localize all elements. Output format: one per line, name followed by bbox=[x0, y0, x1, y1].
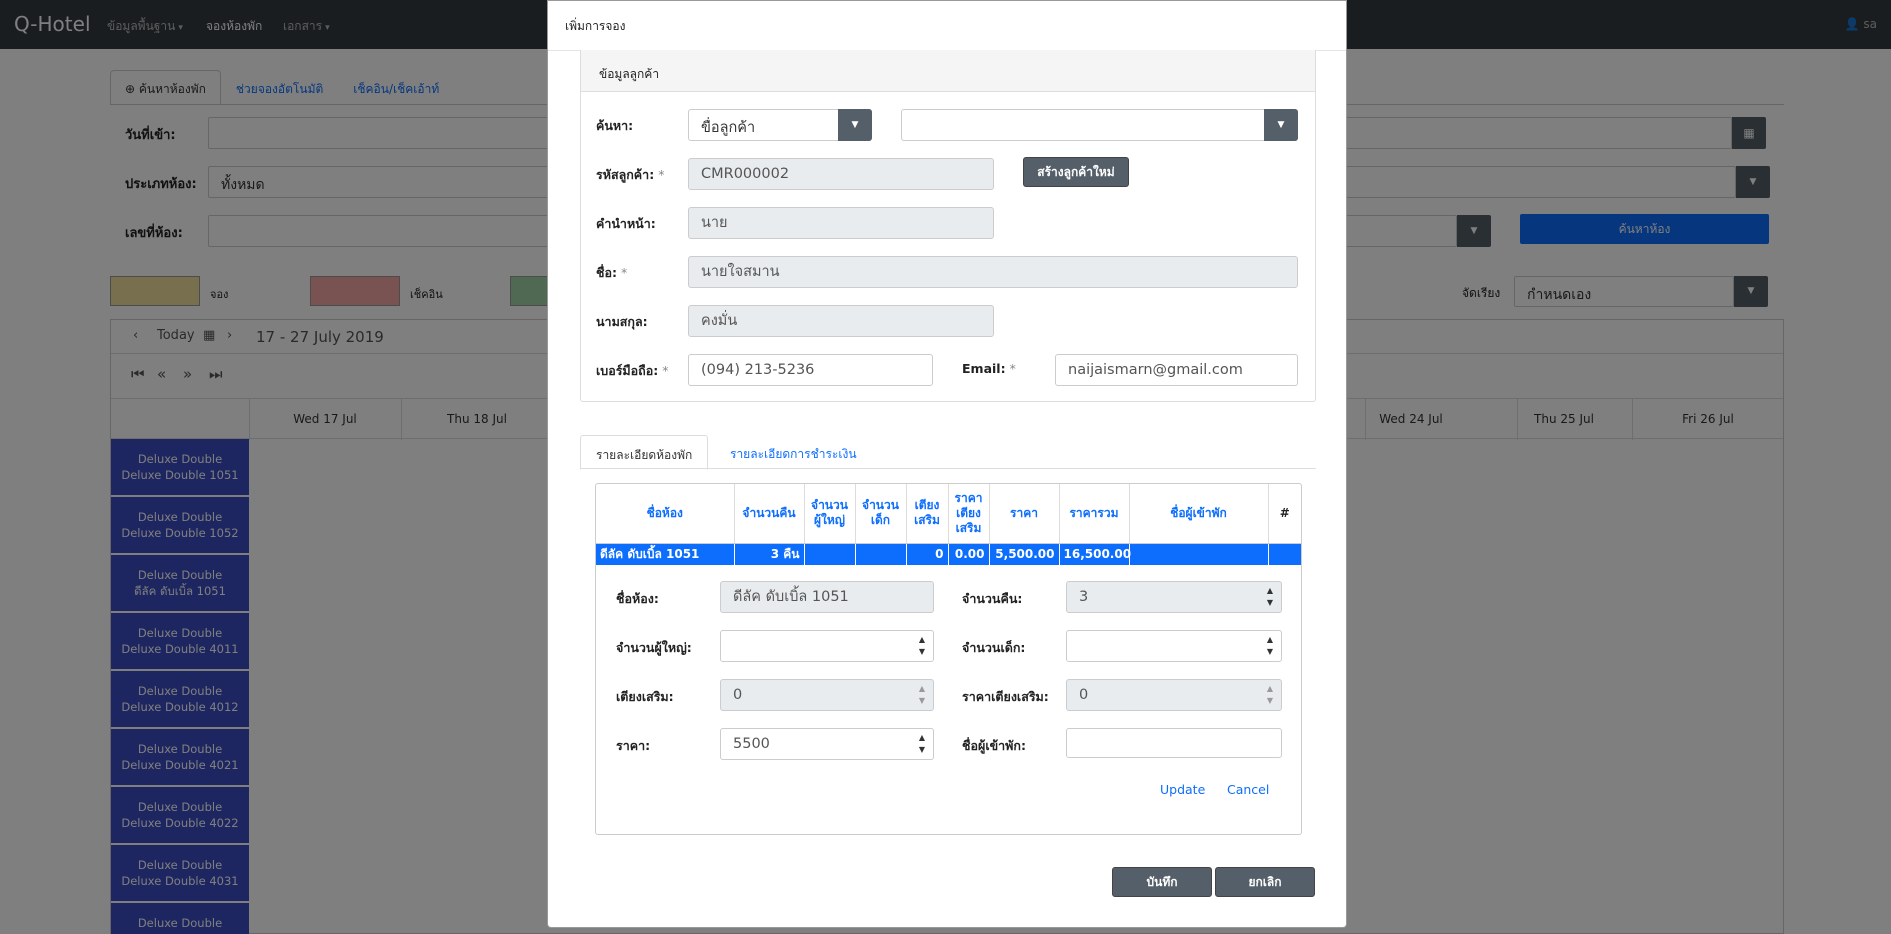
add-booking-modal: เพิ่มการจอง ข้อมูลลูกค้า ค้นหา: ขื่อลูกค… bbox=[547, 0, 1347, 928]
nights-stepper[interactable]: 3 ▲ ▼ bbox=[1066, 581, 1282, 613]
prefix-label: คำนำหน้า: bbox=[596, 216, 656, 231]
column-header-total[interactable]: ราคารวม bbox=[1059, 484, 1130, 544]
modal-header: เพิ่มการจอง bbox=[548, 1, 1346, 51]
nights-label: จำนวนคืน: bbox=[962, 591, 1023, 606]
chevron-down-icon[interactable]: ▼ bbox=[838, 109, 872, 141]
column-header-nights[interactable]: จำนวนคืน bbox=[734, 484, 805, 544]
column-header-actions: # bbox=[1268, 484, 1301, 544]
table-cell bbox=[855, 543, 907, 565]
customer-search-by-value: ขื่อลูกค้า bbox=[701, 120, 756, 136]
tab-room-details[interactable]: รายละเอียดห้องพัก bbox=[580, 435, 709, 470]
modal-title: เพิ่มการจอง bbox=[565, 19, 626, 33]
price-value: 5500 bbox=[733, 736, 770, 752]
required-marker: * bbox=[658, 167, 665, 182]
stepper-arrows-icon: ▲ ▼ bbox=[1266, 684, 1273, 705]
prefix-field[interactable]: นาย bbox=[688, 207, 994, 239]
last-name-field[interactable]: คงมั่น bbox=[688, 305, 994, 337]
extra-bed-value: 0 bbox=[733, 687, 743, 703]
phone-label: เบอร์มือถือ: * bbox=[596, 361, 669, 381]
first-name-label: ชื่อ: * bbox=[596, 263, 627, 283]
children-label: จำนวนเด็ก: bbox=[962, 640, 1026, 655]
extra-bed-price-value: 0 bbox=[1079, 687, 1089, 703]
extra-bed-price-label: ราคาเตียงเสริม: bbox=[962, 689, 1049, 704]
email-label: Email: * bbox=[962, 361, 1016, 376]
nights-value: 3 bbox=[1079, 589, 1089, 605]
table-cell: ดีลัค ดับเบิ้ล 1051 bbox=[596, 543, 735, 565]
room-grid: ชื่อห้อง จำนวนคืน จำนวน ผู้ใหญ่ จำนวน เด… bbox=[595, 483, 1302, 835]
required-marker: * bbox=[621, 265, 628, 280]
column-header-extra-bed[interactable]: เตียง เสริม bbox=[906, 484, 949, 544]
stepper-arrows-icon[interactable]: ▲ ▼ bbox=[1267, 585, 1273, 609]
panel-title: ข้อมูลลูกค้า bbox=[599, 67, 660, 81]
extra-bed-price-stepper[interactable]: 0 ▲ ▼ bbox=[1066, 679, 1282, 711]
cancel-edit-link[interactable]: Cancel bbox=[1227, 782, 1269, 797]
tab-payment-details[interactable]: รายละเอียดการชำระเงิน bbox=[715, 435, 872, 470]
guest-name-field[interactable] bbox=[1066, 728, 1282, 758]
first-name-field[interactable]: นายใจสมาน bbox=[688, 256, 1298, 288]
panel-heading: ข้อมูลลูกค้า bbox=[581, 50, 1315, 92]
stepper-arrows-icon[interactable]: ▲ ▼ bbox=[919, 732, 925, 756]
phone-field[interactable]: (094) 213-5236 bbox=[688, 354, 933, 386]
label-text: รหัสลูกค้า: bbox=[596, 167, 655, 182]
column-header-adults[interactable]: จำนวน ผู้ใหญ่ bbox=[804, 484, 856, 544]
room-name-field[interactable]: ดีลัค ดับเบิ้ล 1051 bbox=[720, 581, 934, 613]
customer-code-field[interactable]: CMR000002 bbox=[688, 158, 994, 190]
required-marker: * bbox=[662, 363, 669, 378]
stepper-arrows-icon[interactable]: ▲ ▼ bbox=[1267, 634, 1273, 658]
price-stepper[interactable]: 5500 ▲ ▼ bbox=[720, 728, 934, 760]
customer-code-label: รหัสลูกค้า: * bbox=[596, 165, 664, 185]
table-cell: 5,500.00 bbox=[989, 543, 1060, 565]
table-header-row: ชื่อห้อง จำนวนคืน จำนวน ผู้ใหญ่ จำนวน เด… bbox=[596, 484, 1301, 544]
extra-bed-label: เตียงเสริม: bbox=[616, 689, 674, 704]
column-header-guest[interactable]: ชื่อผู้เข้าพัก bbox=[1129, 484, 1269, 544]
column-header-extra-bed-price[interactable]: ราคา เตียง เสริม bbox=[948, 484, 990, 544]
update-link[interactable]: Update bbox=[1160, 782, 1205, 797]
adults-stepper[interactable]: ▲ ▼ bbox=[720, 630, 934, 662]
children-stepper[interactable]: ▲ ▼ bbox=[1066, 630, 1282, 662]
room-table: ชื่อห้อง จำนวนคืน จำนวน ผู้ใหญ่ จำนวน เด… bbox=[596, 484, 1301, 565]
table-cell: 16,500.00 bbox=[1059, 543, 1131, 565]
table-cell bbox=[1129, 543, 1269, 565]
email-field[interactable]: naijaismarn@gmail.com bbox=[1055, 354, 1298, 386]
customer-search-select[interactable]: ▼ bbox=[901, 109, 1298, 141]
stepper-arrows-icon: ▲ ▼ bbox=[918, 684, 925, 705]
table-cell: 0 bbox=[906, 543, 949, 565]
new-customer-button[interactable]: สร้างลูกค้าใหม่ bbox=[1023, 157, 1129, 187]
customer-info-panel: ข้อมูลลูกค้า ค้นหา: ขื่อลูกค้า ▼ ▼ รหัสล… bbox=[580, 50, 1316, 402]
label-text: Email: bbox=[962, 361, 1006, 376]
divider bbox=[580, 468, 1316, 469]
table-cell bbox=[1268, 543, 1301, 565]
last-name-label: นามสกุล: bbox=[596, 314, 648, 329]
table-cell: 3 คืน bbox=[734, 543, 805, 565]
extra-bed-stepper[interactable]: 0 ▲ ▼ bbox=[720, 679, 934, 711]
column-header-children[interactable]: จำนวน เด็ก bbox=[855, 484, 907, 544]
chevron-down-icon[interactable]: ▼ bbox=[1264, 109, 1298, 141]
table-cell bbox=[804, 543, 856, 565]
stepper-arrows-icon[interactable]: ▲ ▼ bbox=[919, 634, 925, 658]
table-row[interactable]: ดีลัค ดับเบิ้ล 1051 3 คืน 0 0.00 5,500.0… bbox=[596, 543, 1301, 565]
guest-name-label: ชื่อผู้เข้าพัก: bbox=[962, 738, 1026, 753]
column-header-price[interactable]: ราคา bbox=[989, 484, 1060, 544]
customer-search-by-select[interactable]: ขื่อลูกค้า ▼ bbox=[688, 109, 872, 141]
price-label: ราคา: bbox=[616, 738, 651, 753]
column-header-room[interactable]: ชื่อห้อง bbox=[596, 484, 735, 544]
customer-search-label: ค้นหา: bbox=[596, 118, 634, 133]
label-text: เบอร์มือถือ: bbox=[596, 363, 659, 378]
label-text: ชื่อ: bbox=[596, 265, 617, 280]
save-button[interactable]: บันทึก bbox=[1112, 867, 1212, 897]
room-name-label: ชื่อห้อง: bbox=[616, 591, 659, 606]
table-cell: 0.00 bbox=[948, 543, 990, 565]
required-marker: * bbox=[1009, 361, 1016, 376]
cancel-button[interactable]: ยกเลิก bbox=[1215, 867, 1315, 897]
adults-label: จำนวนผู้ใหญ่: bbox=[616, 640, 692, 655]
